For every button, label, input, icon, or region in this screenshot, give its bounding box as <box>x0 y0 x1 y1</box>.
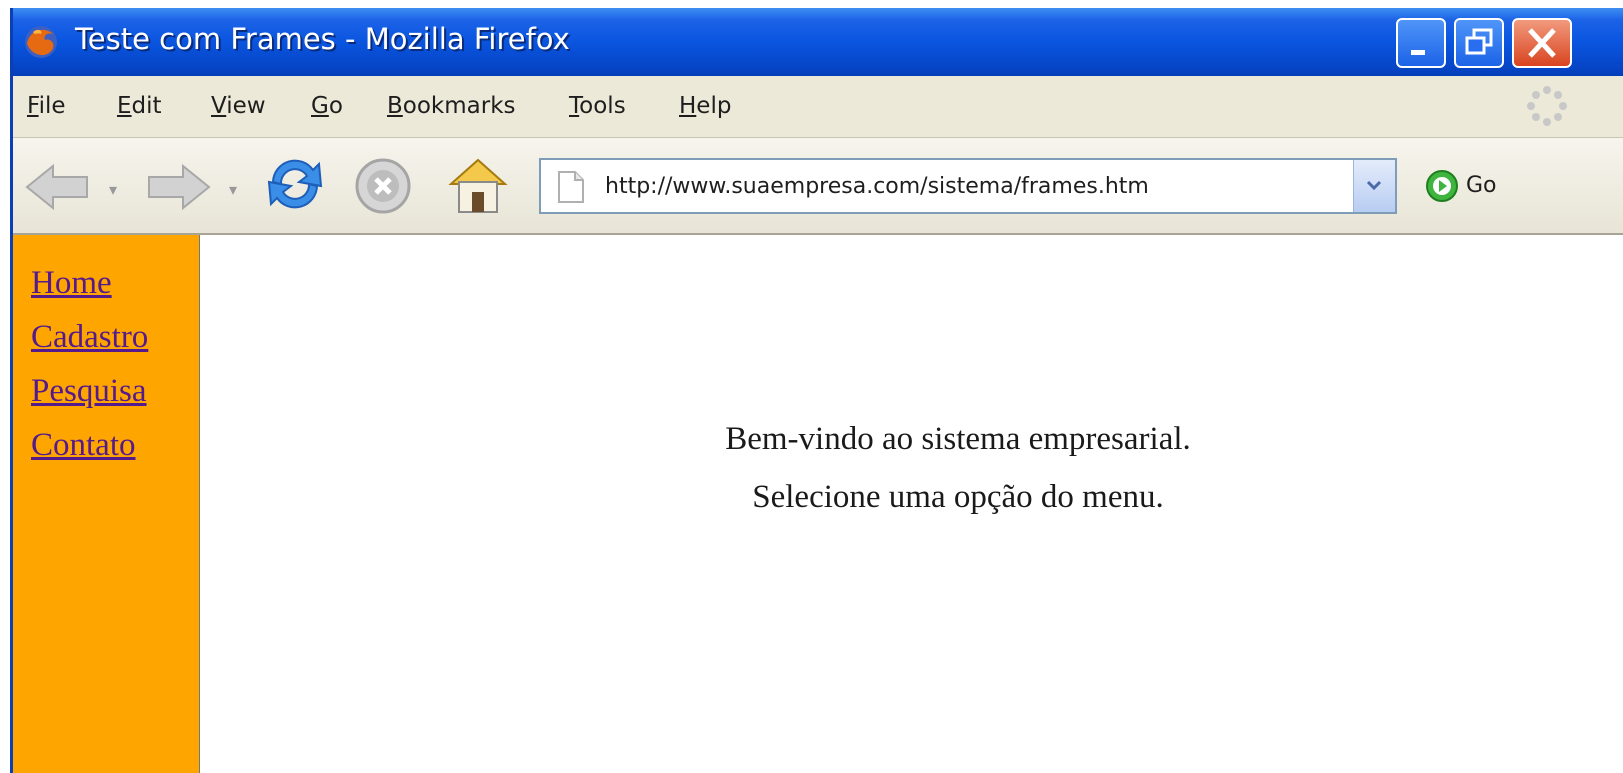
throbber-icon <box>1527 86 1567 126</box>
back-dropdown-icon[interactable]: ▾ <box>109 180 117 199</box>
forward-arrow-icon[interactable] <box>143 162 213 212</box>
url-input[interactable] <box>605 166 1325 206</box>
stop-icon[interactable] <box>353 156 413 216</box>
go-button[interactable]: Go <box>1416 166 1526 206</box>
menu-view[interactable]: View <box>211 93 266 119</box>
address-bar[interactable] <box>539 158 1397 214</box>
main-frame: Bem-vindo ao sistema empresarial. Seleci… <box>200 235 1623 773</box>
close-icon <box>1528 28 1556 58</box>
chevron-down-icon <box>1366 180 1382 191</box>
reload-icon[interactable] <box>263 152 327 216</box>
link-home[interactable]: Home <box>31 265 112 302</box>
menu-bar: File Edit View Go Bookmarks Tools Help <box>13 76 1623 138</box>
menu-bookmarks[interactable]: Bookmarks <box>387 93 516 119</box>
menu-frame: Home Cadastro Pesquisa Contato <box>13 235 200 773</box>
link-cadastro[interactable]: Cadastro <box>31 319 148 356</box>
instruction-text: Selecione uma opção do menu. <box>752 479 1164 515</box>
page-icon <box>558 171 584 203</box>
frameset: Home Cadastro Pesquisa Contato Bem-vindo… <box>13 235 1623 773</box>
minimize-button[interactable] <box>1396 18 1446 68</box>
home-icon[interactable] <box>445 152 511 218</box>
firefox-icon <box>25 26 57 58</box>
title-bar[interactable]: Teste com Frames - Mozilla Firefox <box>13 8 1623 76</box>
navigation-toolbar: ▾ ▾ http://www.suaempresa.com/sistema/fr… <box>13 138 1623 235</box>
url-dropdown-button[interactable] <box>1353 160 1395 212</box>
restore-button[interactable] <box>1454 18 1504 68</box>
menu-edit[interactable]: Edit <box>117 93 162 119</box>
restore-icon <box>1465 28 1493 55</box>
browser-window: Teste com Frames - Mozilla Firefox File … <box>10 8 1623 773</box>
close-button[interactable] <box>1512 18 1572 68</box>
go-label: Go <box>1466 173 1497 198</box>
link-pesquisa[interactable]: Pesquisa <box>31 373 147 410</box>
welcome-text: Bem-vindo ao sistema empresarial. <box>725 421 1191 457</box>
go-arrow-icon <box>1426 170 1458 202</box>
back-arrow-icon[interactable] <box>23 162 93 212</box>
forward-dropdown-icon[interactable]: ▾ <box>229 180 237 199</box>
menu-go[interactable]: Go <box>311 93 343 119</box>
minimize-icon <box>1411 50 1425 55</box>
menu-file[interactable]: File <box>27 93 66 119</box>
link-contato[interactable]: Contato <box>31 427 136 464</box>
window-title: Teste com Frames - Mozilla Firefox <box>75 22 570 56</box>
menu-tools[interactable]: Tools <box>569 93 626 119</box>
menu-help[interactable]: Help <box>679 93 731 119</box>
